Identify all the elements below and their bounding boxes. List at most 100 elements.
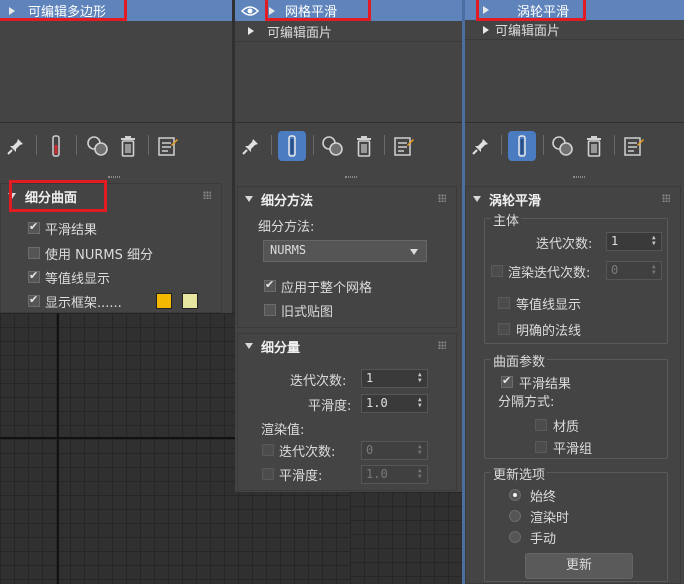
viewport-grid-right[interactable] <box>350 492 466 584</box>
materials-checkbox[interactable] <box>535 419 547 431</box>
show-cage-checkbox[interactable] <box>28 293 40 307</box>
render-smoothness-checkbox[interactable] <box>262 468 274 480</box>
middle-panel: 网格平滑 可编辑面片 细分方法 细分方法: NURMS ✔ 应用于整个网格 旧式… <box>235 0 462 492</box>
smooth-result-label: 平滑结果 <box>45 223 98 238</box>
make-unique-icon[interactable] <box>86 133 110 159</box>
drag-handle-icon[interactable] <box>203 191 211 199</box>
spinner-arrows-icon[interactable]: ▲ ▼ <box>418 444 424 456</box>
subdivision-method-dropdown[interactable]: NURMS <box>263 240 427 262</box>
iterations-label: 迭代次数: <box>290 374 347 389</box>
update-options-group: 更新选项 始终 渲染时 手动 更新 <box>484 464 668 582</box>
main-group: 主体 迭代次数: 1 ▲ ▼ 渲染迭代次数: 0 ▲ ▼ 等值线显示 明确的法线 <box>484 210 668 344</box>
stack-item-editable-patch[interactable]: 可编辑面片 <box>465 20 684 40</box>
spinner-arrows-icon[interactable]: ▲ ▼ <box>652 264 658 276</box>
spinner-value: 1.0 <box>366 396 388 410</box>
pin-stack-icon[interactable] <box>469 133 493 159</box>
separator <box>384 135 385 155</box>
update-when-rendering-radio[interactable] <box>509 510 521 522</box>
remove-modifier-icon[interactable] <box>116 133 140 159</box>
render-iters-label: 渲染迭代次数: <box>508 266 591 281</box>
subdivision-method-rollout: 细分方法 细分方法: NURMS 应用于整个网格 旧式贴图 <box>237 186 457 328</box>
configure-modifier-sets-icon[interactable] <box>392 133 416 159</box>
spinner-value: 1 <box>366 371 374 385</box>
apply-to-whole-mesh-checkbox[interactable] <box>264 278 276 292</box>
rollout-header[interactable]: 细分方法 <box>238 187 456 211</box>
render-values-label: 渲染值: <box>261 423 305 438</box>
separator <box>614 135 615 155</box>
separator <box>148 135 149 155</box>
make-unique-icon[interactable] <box>321 133 345 159</box>
highlight-box <box>9 180 107 212</box>
smoothness-spinner[interactable]: 1.0 ▲ ▼ <box>361 394 428 413</box>
spinner-value: 1 <box>611 234 619 248</box>
rollout-grip[interactable] <box>108 176 120 178</box>
visibility-eye-icon[interactable] <box>241 5 259 17</box>
turbosmooth-rollout: 涡轮平滑 主体 迭代次数: 1 ▲ ▼ 渲染迭代次数: 0 ▲ ▼ 等值线显示 明确… <box>465 186 681 584</box>
render-iters-checkbox[interactable] <box>491 265 503 277</box>
render-iterations-checkbox[interactable] <box>262 444 274 456</box>
use-nurms-checkbox[interactable] <box>28 247 40 259</box>
spinner-arrows-icon[interactable]: ▲ ▼ <box>418 372 424 384</box>
render-smoothness-label: 平滑度: <box>279 469 323 484</box>
spinner-arrows-icon[interactable]: ▲ ▼ <box>652 235 658 247</box>
pin-stack-icon[interactable] <box>239 133 263 159</box>
render-smoothness-spinner[interactable]: 1.0 ▲ ▼ <box>361 465 428 484</box>
make-unique-icon[interactable] <box>551 133 575 159</box>
collapse-arrow-icon[interactable] <box>245 343 253 349</box>
remove-modifier-icon[interactable] <box>582 133 606 159</box>
update-always-radio[interactable] <box>509 489 521 501</box>
old-style-mapping-checkbox[interactable] <box>264 304 276 316</box>
separate-by-label: 分隔方式: <box>498 395 555 410</box>
update-manually-label: 手动 <box>530 532 557 547</box>
separator <box>313 135 314 155</box>
materials-label: 材质 <box>553 420 580 435</box>
isoline-display-label: 等值线显示 <box>45 272 111 287</box>
iterations-spinner[interactable]: 1 ▲ ▼ <box>606 232 662 251</box>
show-end-result-icon[interactable] <box>44 133 68 159</box>
iterations-spinner[interactable]: 1 ▲ ▼ <box>361 369 428 388</box>
subdivision-method-label: 细分方法: <box>258 220 315 235</box>
rollout-grip[interactable] <box>573 176 585 178</box>
cage-selection-color-swatch[interactable] <box>182 293 198 309</box>
pin-stack-icon[interactable] <box>4 133 28 159</box>
apply-to-whole-mesh-label: 应用于整个网格 <box>281 281 373 296</box>
spinner-arrows-icon[interactable]: ▲ ▼ <box>418 468 424 480</box>
dropdown-value: NURMS <box>270 243 307 257</box>
smoothing-groups-label: 平滑组 <box>553 442 593 457</box>
spinner-value: 0 <box>366 443 374 457</box>
drag-handle-icon[interactable] <box>438 341 446 349</box>
drag-handle-icon[interactable] <box>438 194 446 202</box>
cage-color-swatch[interactable] <box>156 293 172 309</box>
isoline-display-checkbox[interactable] <box>498 297 510 309</box>
update-button[interactable]: 更新 <box>525 553 633 579</box>
configure-modifier-sets-icon[interactable] <box>156 133 180 159</box>
update-manually-radio[interactable] <box>509 531 521 543</box>
drag-handle-icon[interactable] <box>662 194 670 202</box>
isoline-display-checkbox[interactable] <box>28 269 40 283</box>
explicit-normals-checkbox[interactable] <box>498 323 510 335</box>
show-end-result-icon[interactable] <box>508 131 536 161</box>
spinner-value: 1.0 <box>366 467 388 481</box>
smooth-result-checkbox[interactable] <box>501 374 513 388</box>
collapse-arrow-icon[interactable] <box>245 196 253 202</box>
remove-modifier-icon[interactable] <box>352 133 376 159</box>
stack-toolbar-middle <box>235 123 462 173</box>
smooth-result-checkbox[interactable] <box>28 220 40 234</box>
right-panel: 涡轮平滑 可编辑面片 涡轮平滑 主体 迭代次数: 1 ▲ ▼ 渲染迭代次数: 0… <box>465 0 684 584</box>
spinner-arrows-icon[interactable]: ▲ ▼ <box>418 397 424 409</box>
collapse-arrow-icon[interactable] <box>473 196 481 202</box>
rollout-header[interactable]: 细分量 <box>238 334 456 358</box>
configure-modifier-sets-icon[interactable] <box>622 133 646 159</box>
stack-toolbar-left <box>0 123 232 173</box>
smoothing-groups-checkbox[interactable] <box>535 441 547 453</box>
render-iterations-spinner[interactable]: 0 ▲ ▼ <box>361 441 428 460</box>
stack-item-editable-patch[interactable]: 可编辑面片 <box>235 21 462 42</box>
rollout-grip[interactable] <box>345 176 357 178</box>
expand-triangle-icon[interactable] <box>483 25 489 34</box>
smooth-result-label: 平滑结果 <box>519 377 572 392</box>
show-end-result-icon[interactable] <box>278 131 306 161</box>
expand-triangle-icon[interactable] <box>248 27 254 35</box>
dropdown-arrow-icon <box>410 249 418 255</box>
render-iters-spinner[interactable]: 0 ▲ ▼ <box>606 261 662 280</box>
rollout-header[interactable]: 涡轮平滑 <box>466 187 680 211</box>
